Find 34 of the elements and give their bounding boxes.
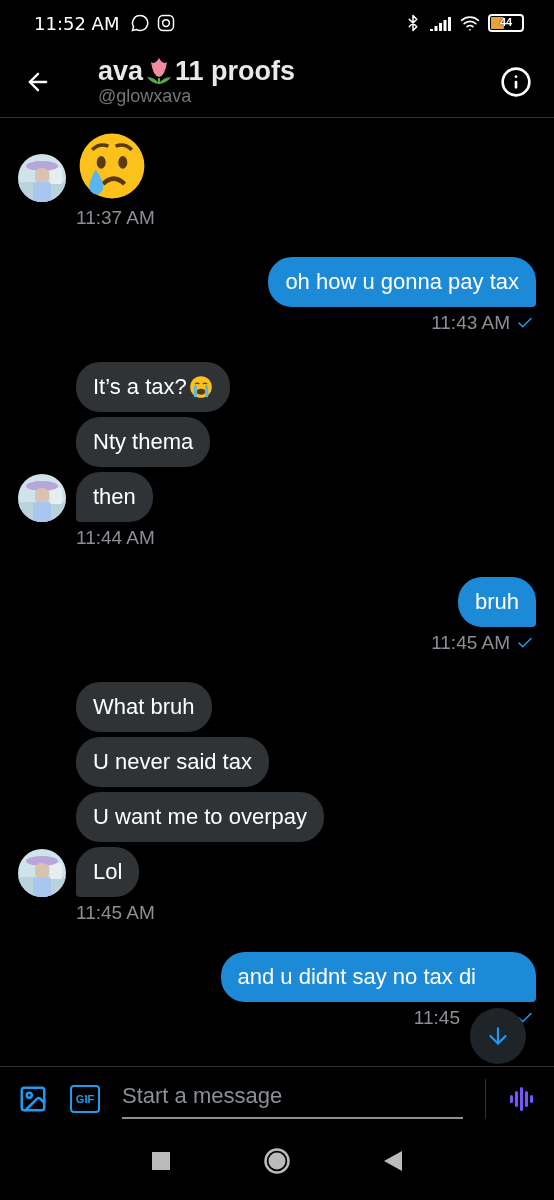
- message-bubble: Lol: [76, 847, 140, 897]
- wifi-icon: [460, 13, 480, 33]
- username: @glowxava: [98, 86, 193, 107]
- message-bubble: U want me to overpay: [76, 792, 324, 842]
- message-bubble: oh how u gonna pay tax: [268, 257, 536, 307]
- tulip-icon: [145, 56, 174, 86]
- message-time: 11:45 AM: [431, 632, 510, 654]
- back-nav-button[interactable]: [384, 1151, 402, 1171]
- sobbing-face-icon: [188, 375, 213, 399]
- message-time: 11:45 AM: [76, 902, 155, 924]
- info-icon: [500, 65, 532, 98]
- info-button[interactable]: [500, 65, 532, 98]
- voice-icon[interactable]: [508, 1084, 536, 1113]
- contact-name: ava: [98, 56, 144, 86]
- clock: 11:52 AM: [34, 12, 120, 34]
- message-bubble: Nty thema: [76, 417, 211, 467]
- home-button[interactable]: [264, 1148, 290, 1174]
- message-time: 11:37 AM: [76, 207, 155, 229]
- message-bubble: bruh: [457, 577, 536, 627]
- message-bubble: What bruh: [76, 682, 212, 732]
- chat-bubble-icon: [131, 14, 150, 32]
- scroll-down-button[interactable]: [470, 1008, 526, 1064]
- message-bubble: It’s a tax?: [76, 362, 230, 412]
- message-time: 11:44 AM: [76, 527, 155, 549]
- message-bubble: and u didnt say no tax di: [220, 952, 536, 1002]
- message-bubble: U never said tax: [76, 737, 269, 787]
- message-bubble: then: [76, 472, 153, 522]
- message-time: 11:45: [413, 1007, 460, 1029]
- camera-icon: [157, 14, 176, 32]
- signal-icon: [430, 15, 452, 31]
- message-time: 11:43 AM: [431, 312, 510, 334]
- contact-name-suffix: 11 proofs: [175, 56, 296, 86]
- message-field[interactable]: Start a message: [122, 1078, 463, 1119]
- gif-button[interactable]: GIF: [70, 1084, 100, 1113]
